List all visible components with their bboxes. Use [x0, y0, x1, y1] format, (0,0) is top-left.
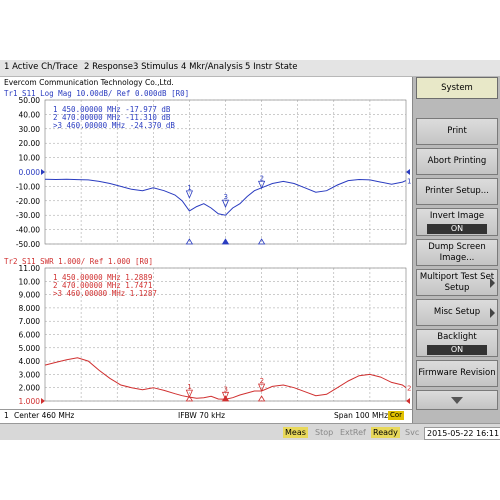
softkey-multiport-test-set-setup[interactable]: Multiport Test Set Setup — [416, 269, 498, 296]
softkey-backlight[interactable]: Backlight ON — [416, 329, 498, 357]
softkey-label: Abort Printing — [427, 156, 487, 166]
softkey-dump-screen-image[interactable]: Dump Screen Image... — [416, 239, 498, 266]
marker-readout: >3 460.00000 MHz -24.370 dB — [53, 121, 175, 130]
menu-instr-state[interactable]: 5 Instr State — [245, 62, 297, 72]
menu-response[interactable]: 2 Response — [84, 62, 133, 72]
menu-bar: 1 Active Ch/Trace 2 Response 3 Stimulus … — [0, 60, 500, 77]
softkey-label: Backlight — [437, 331, 477, 342]
ref-level-arrow-left-icon — [41, 169, 45, 175]
softkey-label: Firmware Revision — [418, 368, 496, 378]
status-extref: ExtRef — [340, 428, 366, 437]
ref-level-arrow-right-icon — [406, 169, 410, 175]
span-value: Span 100 MHz — [334, 411, 389, 420]
ytick-label: 11.00 — [19, 264, 41, 273]
ytick-label: 10.00 — [19, 154, 41, 163]
softkey-state-badge: ON — [427, 344, 487, 355]
menu-stimulus[interactable]: 3 Stimulus — [133, 62, 178, 72]
ytick-label: 1.000 — [19, 397, 41, 406]
ytick-label: -50.00 — [16, 240, 40, 249]
ytick-label: 50.00 — [19, 96, 41, 105]
ytick-label: 6.000 — [19, 331, 41, 340]
trace-end-label: 2 — [407, 385, 411, 393]
marker-label: 1 — [187, 383, 191, 391]
ytick-label: 7.000 — [19, 317, 41, 326]
trace2-chart: Tr2 S11 SWR 1.000/ Ref 1.000 [R0]11.0010… — [4, 257, 411, 406]
stimulus-marker-icon — [221, 238, 230, 245]
ytick-label: 5.000 — [19, 344, 41, 353]
softkey-label: Print — [447, 126, 467, 136]
ref-level-arrow-left-icon — [41, 398, 45, 404]
channel-status-bar: 1 Center 460 MHz IFBW 70 kHz Span 100 MH… — [0, 409, 412, 421]
marker-readout: >3 460.00000 MHz 1.1287 — [53, 289, 157, 298]
marker-label: 1 — [187, 184, 191, 192]
ytick-label: 0.000 — [19, 168, 41, 177]
softkey-misc-setup[interactable]: Misc Setup — [416, 299, 498, 326]
status-meas: Meas — [283, 427, 308, 438]
chevron-right-icon — [490, 277, 495, 288]
marker-label: 2 — [260, 377, 264, 385]
status-svc: Svc — [405, 428, 420, 437]
chevron-right-icon — [490, 307, 495, 318]
softkey-title-label: System — [441, 82, 473, 93]
marker-label: 3 — [224, 193, 228, 201]
ytick-label: 4.000 — [19, 357, 41, 366]
trace-end-label: 1 — [407, 178, 411, 186]
ytick-label: 10.00 — [19, 277, 41, 286]
ytick-label: 2.000 — [19, 384, 41, 393]
ytick-label: 3.000 — [19, 370, 41, 379]
ytick-label: 40.00 — [19, 110, 41, 119]
ref-level-arrow-right-icon — [406, 398, 410, 404]
ytick-label: 20.00 — [19, 139, 41, 148]
status-datetime: 2015-05-22 16:11 — [424, 427, 500, 440]
status-ready: Ready — [371, 427, 400, 438]
softkey-label: Invert Image — [429, 210, 485, 221]
marker-label: 3 — [224, 385, 228, 393]
softkey-print[interactable]: Print — [416, 118, 498, 145]
ytick-label: 30.00 — [19, 125, 41, 134]
instrument-status-bar: Meas Stop ExtRef Ready Svc 2015-05-22 16… — [0, 423, 500, 440]
correction-badge: Cor — [388, 411, 405, 420]
softkey-label: Multiport Test Set Setup — [419, 271, 495, 293]
ytick-label: 9.000 — [19, 291, 41, 300]
window-title: Evercom Communication Technology Co.,Ltd… — [0, 77, 412, 88]
menu-active-ch-trace[interactable]: 1 Active Ch/Trace — [4, 62, 78, 72]
ytick-label: -10.00 — [16, 182, 40, 191]
softkey-label: Misc Setup — [433, 307, 481, 317]
ifbw-value: IFBW 70 kHz — [178, 411, 226, 420]
softkey-state-badge: ON — [427, 223, 487, 234]
softkey-label: Printer Setup... — [425, 186, 489, 196]
softkey-system-title[interactable]: System — [416, 77, 498, 99]
ytick-label: 8.000 — [19, 304, 41, 313]
trace1-chart: Tr1 S11 Log Mag 10.00dB/ Ref 0.000dB [R0… — [4, 89, 411, 249]
softkey-label: Dump Screen Image... — [428, 241, 486, 263]
ytick-label: -30.00 — [16, 211, 40, 220]
softkey-abort-printing[interactable]: Abort Printing — [416, 148, 498, 175]
ytick-label: -40.00 — [16, 226, 40, 235]
menu-mkr-analysis[interactable]: 4 Mkr/Analysis — [181, 62, 243, 72]
center-frequency: Center 460 MHz — [14, 411, 75, 420]
softkey-firmware-revision[interactable]: Firmware Revision — [416, 360, 498, 387]
softkey-printer-setup[interactable]: Printer Setup... — [416, 178, 498, 205]
softkey-scroll-down[interactable] — [416, 390, 498, 410]
status-stop: Stop — [315, 428, 334, 437]
ytick-label: -20.00 — [16, 197, 40, 206]
softkey-panel: System Print Abort Printing Printer Setu… — [412, 77, 500, 426]
softkey-invert-image[interactable]: Invert Image ON — [416, 208, 498, 236]
vna-screen: 1 Active Ch/Trace 2 Response 3 Stimulus … — [0, 60, 500, 440]
chevron-down-icon — [451, 396, 463, 404]
channel-number: 1 — [4, 411, 9, 420]
marker-label: 2 — [260, 174, 264, 182]
